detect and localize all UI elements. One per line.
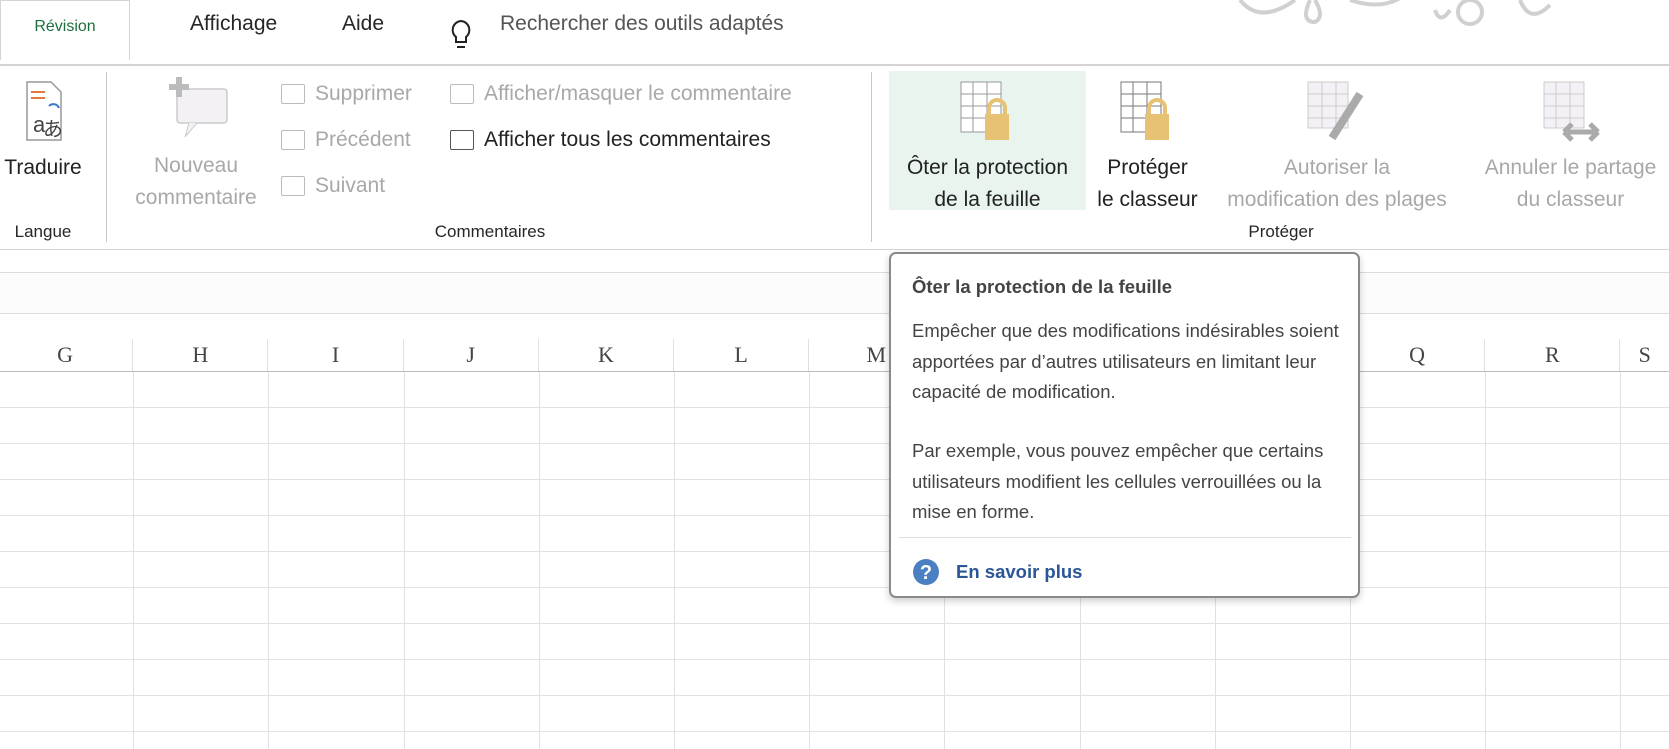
tooltip-divider [899,537,1351,538]
svg-text:?: ? [920,562,932,584]
group-label-commentaires: Commentaires [434,222,546,241]
row-gridline [0,623,1669,624]
suivant-button[interactable]: Suivant [281,174,385,198]
traduire-button[interactable]: aあ Traduire [0,80,86,184]
tooltip-example: Par exemple, vous pouvez empêcher que ce… [912,440,1324,522]
label-line: du classeur [1516,188,1625,211]
column-gridline [133,371,135,749]
column-gridline [1485,371,1487,749]
allow-edit-ranges-icon [1307,81,1364,141]
column-header-H[interactable]: H [133,339,269,371]
column-header-I[interactable]: I [268,339,404,371]
column-header-K[interactable]: K [539,339,674,371]
label: Afficher tous les commentaires [484,128,771,151]
spreadsheet-grid[interactable]: GHIJKLMNOPQRS [0,339,1669,749]
translate-icon: aあ [26,81,63,141]
proteger-classeur-button[interactable]: Protéger le classeur [1090,80,1205,216]
tab-revision[interactable]: Révision [0,0,130,60]
header-divider [0,371,1669,372]
oter-protection-feuille-button[interactable]: Ôter la protection de la feuille [889,80,1086,216]
column-header-R[interactable]: R [1485,339,1621,371]
group-label-proteger: Protéger [1248,222,1314,241]
column-gridline [674,371,675,749]
unshare-workbook-icon [1543,81,1600,142]
delete-comment-icon [281,84,305,105]
tooltip-description: Empêcher que des modifications indésirab… [912,320,1339,402]
group-separator [106,72,107,242]
traduire-label: Traduire [4,156,82,179]
formula-bar[interactable] [0,272,1669,314]
svg-text:あ: あ [43,119,63,141]
column-header-L[interactable]: L [674,339,810,371]
column-gridline [403,371,405,749]
background-swirl-decoration [1238,0,1552,26]
label-line: Nouveau [153,154,239,177]
tooltip: Ôter la protection de la feuille Empêche… [889,252,1360,598]
label: Supprimer [315,82,412,105]
next-comment-icon [281,176,305,197]
previous-comment-icon [281,130,305,151]
row-gridline [0,659,1669,660]
label-line: le classeur [1097,188,1198,211]
row-gridline [0,695,1669,696]
row-gridline [0,479,1669,480]
row-gridline [0,443,1669,444]
column-header-Q[interactable]: Q [1350,339,1486,371]
row-gridline [0,515,1669,516]
annuler-partage-classeur-button[interactable]: Annuler le partage du classeur [1472,80,1669,216]
label-line: modification des plages [1227,188,1447,211]
column-header-J[interactable]: J [404,339,539,371]
label-line: Annuler le partage [1484,156,1657,179]
autoriser-modification-plages-button[interactable]: Autoriser la modification des plages [1207,80,1467,216]
column-gridline [809,371,811,749]
row-gridline [0,551,1669,552]
unprotect-sheet-lock-icon [960,81,1009,140]
link-label: En savoir plus [956,561,1083,582]
label: Précédent [315,128,411,151]
tab-label: Révision [34,18,96,35]
row-gridline [0,587,1669,588]
label: Afficher/masquer le commentaire [484,82,792,105]
supprimer-button[interactable]: Supprimer [281,82,412,106]
row-gridline [0,407,1669,408]
search-tools-input[interactable]: Rechercher des outils adaptés [500,12,784,36]
label-line: de la feuille [934,188,1041,211]
row-gridline [0,731,1669,732]
column-gridline [1620,371,1622,749]
column-gridline [538,371,540,749]
show-all-comments-icon [450,130,474,151]
afficher-tous-button[interactable]: Afficher tous les commentaires [450,128,771,152]
tab-divider [0,64,1669,66]
label-line: Autoriser la [1283,156,1391,179]
show-hide-comment-icon [450,84,474,105]
label-line: Ôter la protection [906,156,1069,179]
column-gridline [268,371,270,749]
lightbulb-icon [451,19,471,48]
label-line: commentaire [135,186,257,209]
column-header-G[interactable]: G [0,339,134,371]
protect-workbook-lock-icon [1120,81,1169,140]
group-separator [871,72,872,242]
ribbon-divider [0,249,1669,250]
nouveau-commentaire-button[interactable]: Nouveau commentaire [126,75,266,214]
label: Suivant [315,174,386,197]
tooltip-title: Ôter la protection de la feuille [912,276,1173,297]
group-label-langue: Langue [14,222,72,241]
tab-affichage[interactable]: Affichage [190,12,277,36]
column-header-S[interactable]: S [1620,339,1669,371]
new-comment-icon [169,77,228,138]
en-savoir-plus-link[interactable]: ? En savoir plus [912,558,1082,586]
afficher-masquer-button[interactable]: Afficher/masquer le commentaire [450,82,792,106]
label-line: Protéger [1107,156,1188,179]
help-question-icon: ? [913,559,939,585]
precedent-button[interactable]: Précédent [281,128,411,152]
tab-aide[interactable]: Aide [342,12,384,36]
